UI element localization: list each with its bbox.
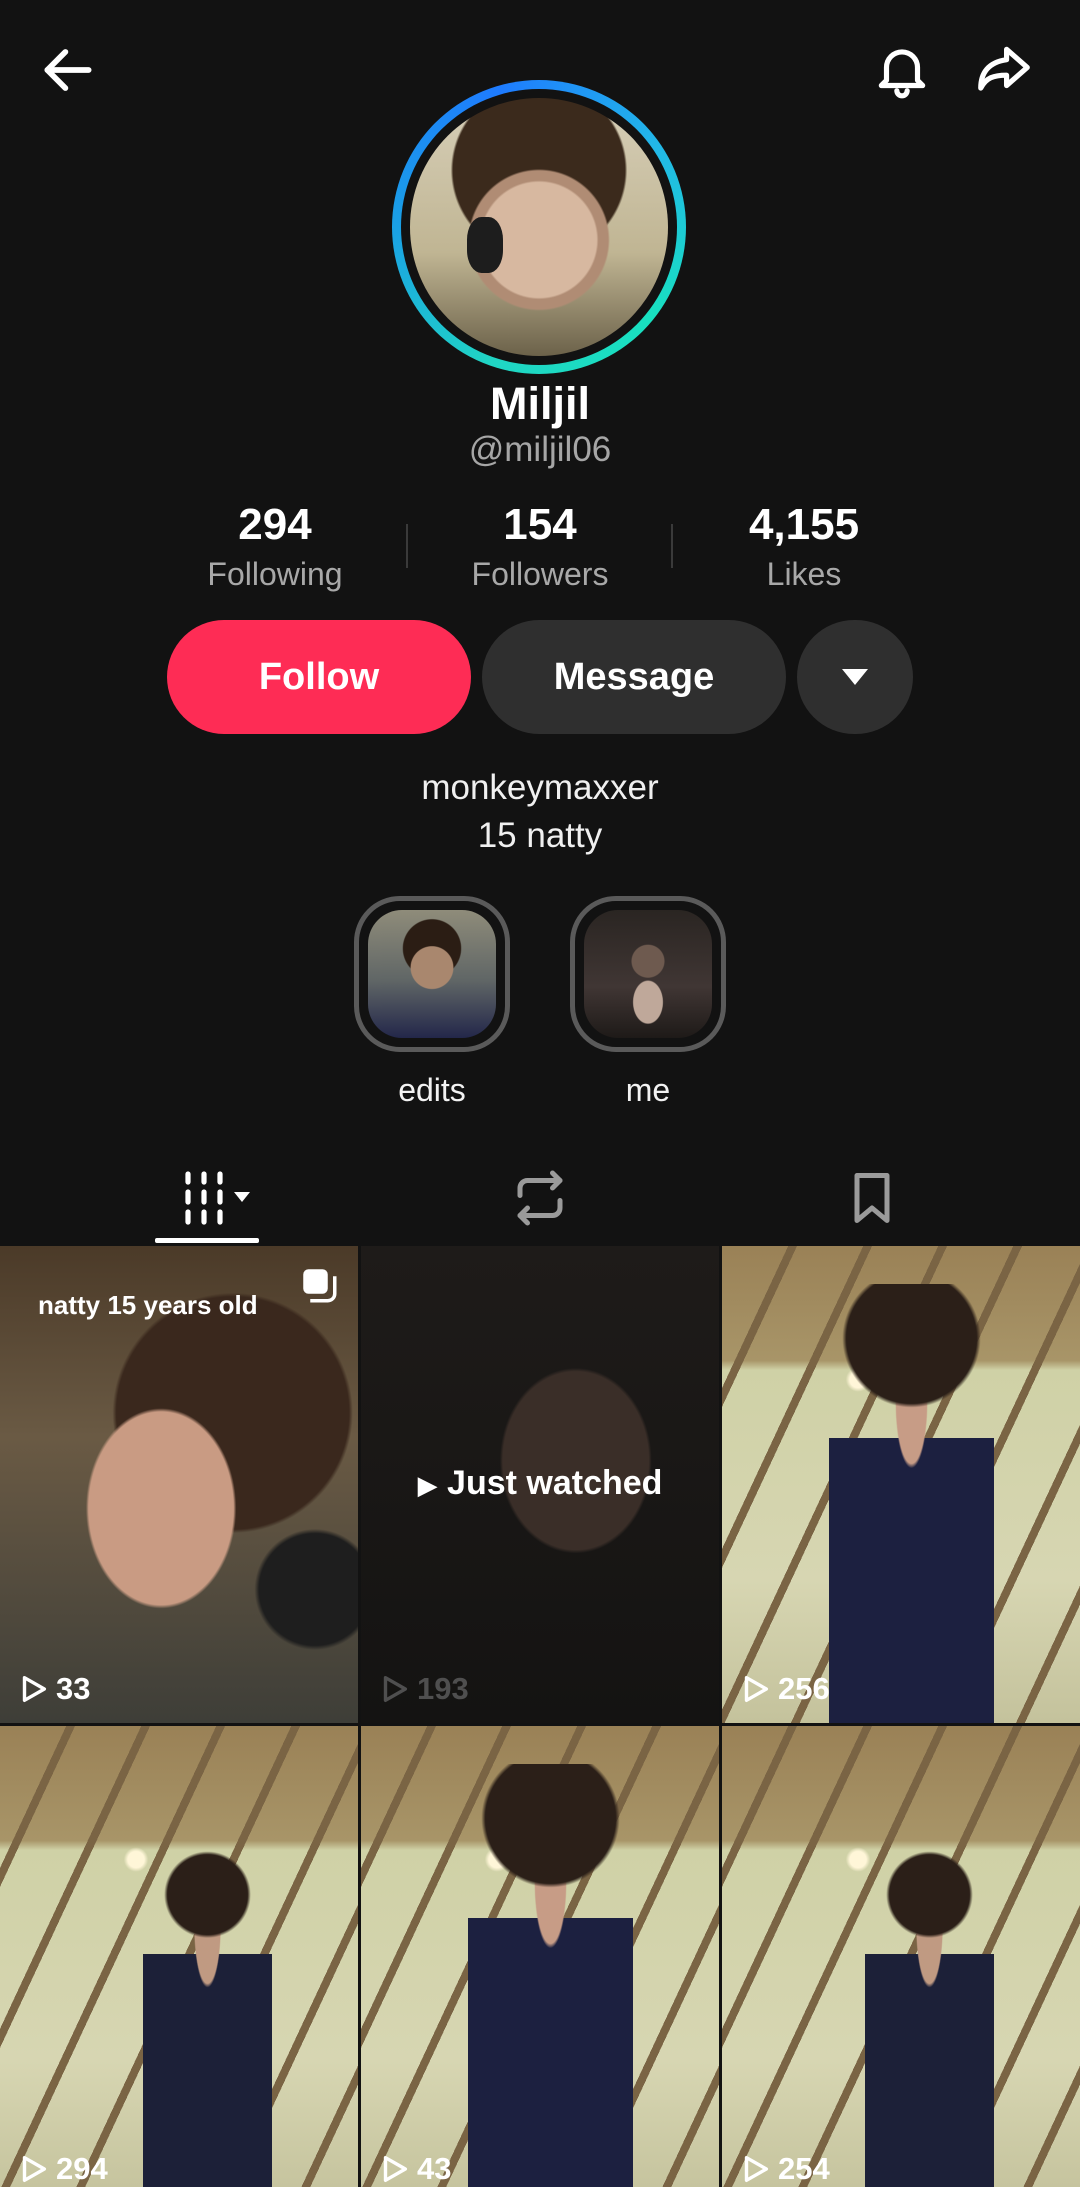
bookmark-icon [854,1173,890,1223]
view-count-text: 254 [778,2151,830,2186]
just-watched-label: ▶ Just watched [361,1464,719,1503]
bell-icon [878,49,926,99]
display-name: Miljil [490,378,590,429]
play-icon [22,1675,47,1703]
highlight-thumbnail [584,910,712,1038]
notifications-button[interactable] [862,30,942,110]
following-count: 294 [238,500,312,549]
headphones-detail [466,216,503,274]
active-tab-indicator [155,1238,259,1243]
video-thumbnail[interactable]: ▶ Just watched 193 [361,1246,719,1723]
tab-videos[interactable] [160,1150,280,1246]
back-button[interactable] [28,30,108,110]
highlight-label: edits [398,1072,466,1108]
avatar-image [410,98,668,356]
bio: monkeymaxxer 15 natty [0,764,1080,860]
stat-followers[interactable]: 154 Followers [420,500,660,593]
more-options-button[interactable] [797,620,913,734]
play-icon [383,1675,408,1703]
view-count: 294 [16,2151,108,2187]
just-watched-text: Just watched [447,1464,663,1502]
highlight-label: me [625,1072,671,1108]
follow-button[interactable]: Follow [167,620,471,734]
play-icon [744,1675,769,1703]
view-count: 33 [16,1671,90,1707]
video-thumbnail[interactable]: natty 15 years old 33 [0,1246,358,1723]
following-label: Following [207,556,343,592]
highlight-ring [570,896,726,1052]
grid-icon [185,1171,250,1225]
username: @miljil06 [468,430,612,469]
caret-down-icon [842,669,868,685]
profile-stats: 294 Following 154 Followers 4,155 Likes [0,500,1080,600]
stat-likes[interactable]: 4,155 Likes [684,500,924,593]
stat-following[interactable]: 294 Following [155,500,395,593]
followers-label: Followers [471,556,609,592]
view-count: 193 [377,1671,469,1707]
video-thumbnail[interactable]: 254 [722,1726,1080,2187]
video-thumbnail[interactable]: 256 [722,1246,1080,1723]
likes-label: Likes [766,556,842,592]
view-count: 254 [738,2151,830,2187]
view-count-text: 33 [56,1671,91,1706]
view-count-text: 294 [56,2151,108,2186]
stats-divider [671,524,673,568]
view-count-text: 43 [417,2151,452,2186]
followers-count: 154 [503,500,577,549]
share-icon [978,46,1030,91]
video-thumbnail[interactable]: 43 [361,1726,719,2187]
avatar[interactable] [392,80,686,374]
bio-line: monkeymaxxer [421,768,659,807]
highlight-me[interactable]: me [570,896,726,1109]
share-button[interactable] [964,30,1044,110]
small-play-icon: ▶ [417,1470,438,1500]
view-count: 43 [377,2151,451,2187]
view-count-text: 256 [778,1671,830,1706]
play-icon [383,2155,408,2183]
highlight-edits[interactable]: edits [354,896,510,1109]
highlight-ring [354,896,510,1052]
multi-photo-icon [303,1269,337,1303]
back-arrow-icon [44,49,92,91]
highlight-thumbnail [368,910,496,1038]
stats-divider [406,524,408,568]
view-count: 256 [738,1671,830,1707]
play-icon [744,2155,769,2183]
message-button[interactable]: Message [482,620,786,734]
repost-icon [517,1170,563,1226]
avatar-inner [401,89,677,365]
likes-count: 4,155 [748,500,860,549]
content-tabs [0,1150,1080,1246]
tab-reposts[interactable] [480,1150,600,1246]
bio-line: 15 natty [477,816,603,855]
tab-saved[interactable] [812,1150,932,1246]
play-icon [22,2155,47,2183]
view-count-text: 193 [417,1671,469,1706]
video-caption-overlay: natty 15 years old [38,1290,258,1320]
video-thumbnail[interactable]: 294 [0,1726,358,2187]
